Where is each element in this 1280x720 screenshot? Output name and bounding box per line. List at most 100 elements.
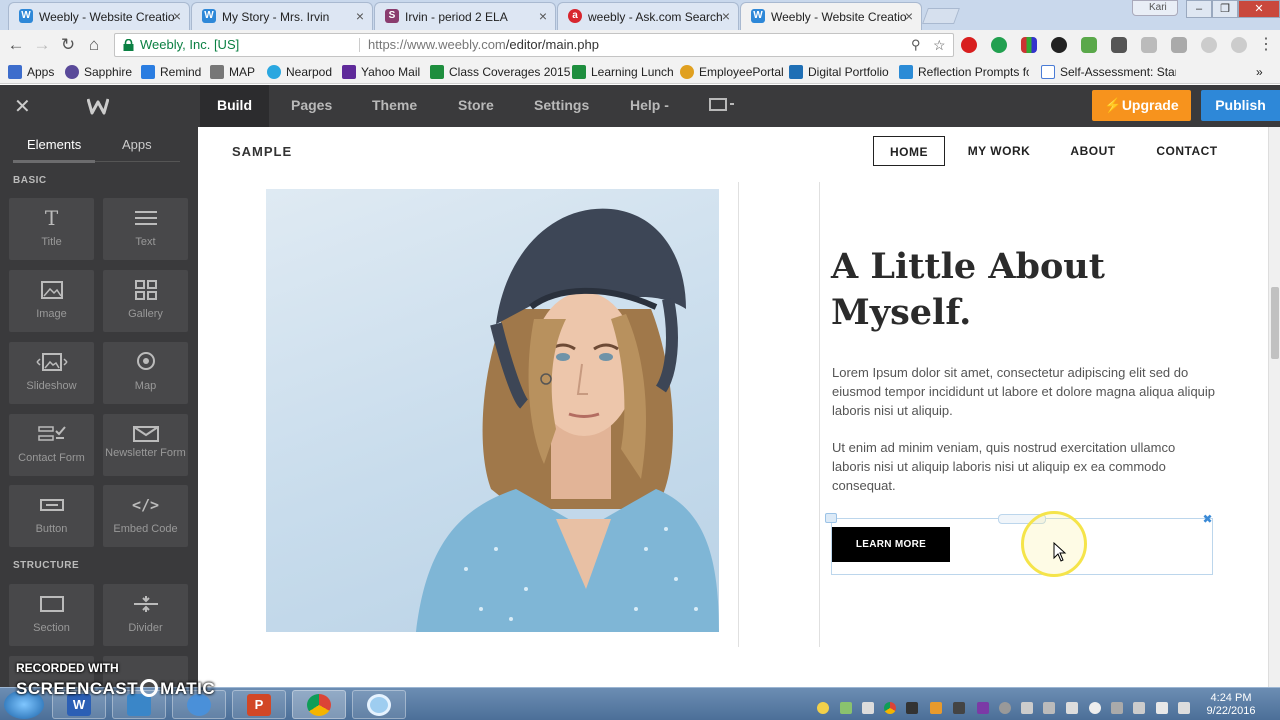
volume-icon[interactable] xyxy=(1066,702,1078,714)
extension-icon[interactable] xyxy=(1111,37,1127,53)
bookmark-item[interactable]: Apps xyxy=(8,64,54,80)
chrome-menu-icon[interactable]: ⋮ xyxy=(1256,35,1276,55)
extension-icon[interactable] xyxy=(1171,37,1187,53)
element-slideshow[interactable]: Slideshow xyxy=(9,342,94,404)
taskbar-powerpoint[interactable]: P xyxy=(232,690,286,719)
delete-element-icon[interactable]: ✖ xyxy=(1201,513,1214,526)
tab-apps[interactable]: Apps xyxy=(122,137,152,167)
about-heading[interactable]: A Little About Myself. xyxy=(831,244,1231,336)
scrollbar-thumb[interactable] xyxy=(1271,287,1279,359)
profile-photo[interactable] xyxy=(266,189,719,632)
browser-tab-active[interactable]: W Weebly - Website Creatio × xyxy=(740,2,922,30)
nav-store[interactable]: Store xyxy=(441,85,511,127)
tray-icon[interactable] xyxy=(817,702,829,714)
about-paragraph[interactable]: Lorem Ipsum dolor sit amet, consectetur … xyxy=(832,363,1216,420)
bookmark-item[interactable]: Sapphire xyxy=(65,64,132,80)
bookmark-item[interactable]: Class Coverages 2015 xyxy=(430,64,570,80)
back-arrow-icon[interactable]: ← xyxy=(6,35,26,55)
browser-tab[interactable]: W Weebly - Website Creatio × xyxy=(8,2,190,30)
learn-more-button[interactable]: LEARN MORE xyxy=(832,527,950,562)
system-clock[interactable]: 4:24 PM 9/22/2016 xyxy=(1196,692,1266,718)
page-scrollbar[interactable] xyxy=(1268,127,1280,687)
bookmark-item[interactable]: Reflection Prompts fo xyxy=(899,64,1029,80)
element-gallery[interactable]: Gallery xyxy=(103,270,188,332)
element-contact-form[interactable]: Contact Form xyxy=(9,414,94,476)
bookmark-item[interactable]: Remind xyxy=(141,64,201,80)
taskbar-recorder[interactable] xyxy=(352,690,406,719)
nav-theme[interactable]: Theme xyxy=(355,85,434,127)
upgrade-button[interactable]: ⚡Upgrade xyxy=(1092,90,1191,121)
extension-icon[interactable] xyxy=(1051,37,1067,53)
site-nav-my-work[interactable]: MY WORK xyxy=(963,136,1035,166)
maximize-icon[interactable]: ❐ xyxy=(1212,0,1238,18)
nav-build[interactable]: Build xyxy=(200,85,269,127)
tray-icon[interactable] xyxy=(906,702,918,714)
close-tab-icon[interactable]: × xyxy=(173,8,181,24)
bookmarks-overflow-icon[interactable]: » xyxy=(1256,64,1263,80)
user-profile-badge[interactable]: Kari xyxy=(1132,0,1178,16)
extension-icon[interactable] xyxy=(1141,37,1157,53)
site-nav-about[interactable]: ABOUT xyxy=(1060,136,1126,166)
minimize-icon[interactable]: – xyxy=(1186,0,1212,18)
tray-chrome-icon[interactable] xyxy=(884,702,896,714)
extension-icon[interactable] xyxy=(961,37,977,53)
tray-icon[interactable] xyxy=(930,702,942,714)
device-preview-icon[interactable] xyxy=(709,98,735,112)
site-nav-home[interactable]: HOME xyxy=(873,136,945,166)
bookmark-item[interactable]: EmployeePortal xyxy=(680,64,784,80)
bookmark-star-icon[interactable]: ☆ xyxy=(933,34,946,56)
tray-icon[interactable] xyxy=(1178,702,1190,714)
home-icon[interactable]: ⌂ xyxy=(84,35,104,55)
bookmark-item[interactable]: Yahoo Mail xyxy=(342,64,420,80)
tray-icon[interactable] xyxy=(1133,702,1145,714)
close-tab-icon[interactable]: × xyxy=(356,8,364,24)
tray-icon[interactable] xyxy=(840,702,852,714)
close-window-icon[interactable]: ✕ xyxy=(1238,0,1280,18)
extension-icon[interactable] xyxy=(1081,37,1097,53)
tray-icon[interactable] xyxy=(953,702,965,714)
bookmark-item[interactable]: Nearpod xyxy=(267,64,332,80)
extension-icon[interactable] xyxy=(1021,37,1037,53)
taskbar-chrome[interactable] xyxy=(292,690,346,719)
browser-tab[interactable]: W My Story - Mrs. Irvin × xyxy=(191,2,373,30)
close-tab-icon[interactable]: × xyxy=(905,8,913,24)
publish-button[interactable]: Publish xyxy=(1201,90,1280,121)
close-tab-icon[interactable]: × xyxy=(722,8,730,24)
nav-help[interactable]: Help - xyxy=(613,85,686,127)
tray-icon[interactable] xyxy=(1021,702,1033,714)
element-section[interactable]: Section xyxy=(9,584,94,646)
element-newsletter-form[interactable]: Newsletter Form xyxy=(103,414,188,476)
site-nav-contact[interactable]: CONTACT xyxy=(1149,136,1225,166)
reload-icon[interactable]: ↻ xyxy=(58,35,78,55)
browser-tab[interactable]: S Irvin - period 2 ELA × xyxy=(374,2,556,30)
extension-icon[interactable] xyxy=(1201,37,1217,53)
address-bar[interactable]: Weebly, Inc. [US] https://www.weebly.com… xyxy=(114,33,954,57)
tray-icon[interactable] xyxy=(1089,702,1101,714)
network-icon[interactable] xyxy=(1043,702,1055,714)
bookmark-item[interactable]: Self-Assessment: Stan xyxy=(1041,64,1176,80)
element-button[interactable]: Button xyxy=(9,485,94,547)
drag-handle-icon[interactable] xyxy=(825,513,837,523)
site-title[interactable]: SAMPLE xyxy=(232,144,292,159)
nav-pages[interactable]: Pages xyxy=(274,85,349,127)
tray-icon[interactable] xyxy=(1156,702,1168,714)
element-map[interactable]: Map xyxy=(103,342,188,404)
element-image[interactable]: Image xyxy=(9,270,94,332)
close-tab-icon[interactable]: × xyxy=(539,8,547,24)
forward-arrow-icon[interactable]: → xyxy=(32,35,52,55)
zoom-search-icon[interactable]: ⚲ xyxy=(911,34,921,56)
close-editor-icon[interactable]: ✕ xyxy=(14,94,31,119)
nav-settings[interactable]: Settings xyxy=(517,85,606,127)
tray-icon[interactable] xyxy=(999,702,1011,714)
element-text[interactable]: Text xyxy=(103,198,188,260)
extension-icon[interactable] xyxy=(1231,37,1247,53)
new-tab-button[interactable] xyxy=(922,8,960,24)
tray-icon[interactable] xyxy=(862,702,874,714)
element-embed-code[interactable]: </> Embed Code xyxy=(103,485,188,547)
element-title[interactable]: T Title xyxy=(9,198,94,260)
onenote-icon[interactable] xyxy=(977,702,989,714)
element-divider[interactable]: Divider xyxy=(103,584,188,646)
extension-icon[interactable] xyxy=(991,37,1007,53)
bookmark-item[interactable]: Digital Portfolio xyxy=(789,64,889,80)
about-paragraph[interactable]: Ut enim ad minim veniam, quis nostrud ex… xyxy=(832,438,1216,495)
